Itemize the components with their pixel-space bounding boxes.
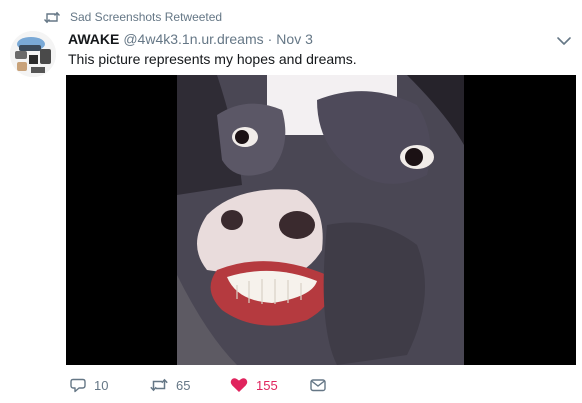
separator-dot: · <box>267 31 273 47</box>
tweet-actions: 10 65 155 <box>70 374 326 396</box>
envelope-icon <box>310 378 326 392</box>
reply-button[interactable]: 10 <box>70 377 150 393</box>
retweet-icon <box>150 378 168 392</box>
display-name[interactable]: AWAKE <box>68 31 119 47</box>
user-handle[interactable]: @4w4k3.1n.ur.dreams <box>123 31 263 47</box>
retweet-context[interactable]: Sad Screenshots Retweeted <box>44 9 222 25</box>
tweet-media[interactable] <box>66 75 576 365</box>
like-count: 155 <box>256 377 278 393</box>
tweet-header: AWAKE @4w4k3.1n.ur.dreams · Nov 3 <box>68 31 313 49</box>
retweet-button[interactable]: 65 <box>150 378 230 393</box>
retweet-count: 65 <box>176 377 191 393</box>
retweet-context-label: Sad Screenshots Retweeted <box>70 10 223 24</box>
like-button[interactable]: 155 <box>230 377 310 393</box>
chevron-down-icon[interactable] <box>556 33 572 49</box>
heart-icon <box>230 377 248 393</box>
avatar[interactable] <box>10 31 56 77</box>
retweet-icon <box>44 11 60 24</box>
reply-count: 10 <box>94 377 109 393</box>
tweet-timestamp[interactable]: Nov 3 <box>276 31 313 47</box>
direct-message-button[interactable] <box>310 378 326 392</box>
cow-photo <box>66 75 576 365</box>
reply-icon <box>70 377 86 393</box>
tweet-text: This picture represents my hopes and dre… <box>68 51 357 67</box>
